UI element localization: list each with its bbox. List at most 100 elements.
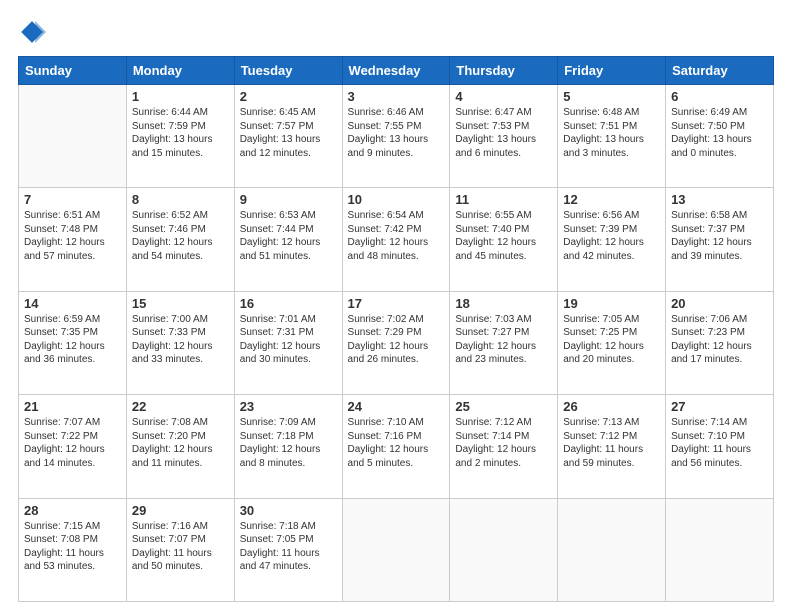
calendar-week-row: 14 Sunrise: 6:59 AM Sunset: 7:35 PM Dayli…: [19, 291, 774, 394]
calendar-cell: 26 Sunrise: 7:13 AM Sunset: 7:12 PM Dayli…: [558, 395, 666, 498]
calendar-cell: 1 Sunrise: 6:44 AM Sunset: 7:59 PM Daylig…: [126, 85, 234, 188]
day-info: Sunrise: 7:00 AM Sunset: 7:33 PM Dayligh…: [132, 313, 229, 367]
day-info: Sunrise: 7:15 AM Sunset: 7:08 PM Dayligh…: [24, 520, 121, 574]
day-number: 8: [132, 192, 229, 207]
calendar-cell: 8Sunrise: 6:52 AM Sunset: 7:46 PM Daylig…: [126, 188, 234, 291]
day-number: 5: [563, 89, 660, 104]
day-info: Sunrise: 6:47 AM Sunset: 7:53 PM Dayligh…: [455, 106, 552, 160]
calendar-cell: 28 Sunrise: 7:15 AM Sunset: 7:08 PM Dayli…: [19, 498, 127, 601]
day-info: Sunrise: 6:45 AM Sunset: 7:57 PM Dayligh…: [240, 106, 337, 160]
day-number: 12: [563, 192, 660, 207]
day-number: 20: [671, 296, 768, 311]
day-info: Sunrise: 6:44 AM Sunset: 7:59 PM Dayligh…: [132, 106, 229, 160]
calendar-cell: [342, 498, 450, 601]
calendar-cell: 17 Sunrise: 7:02 AM Sunset: 7:29 PM Dayli…: [342, 291, 450, 394]
calendar-cell: 15 Sunrise: 7:00 AM Sunset: 7:33 PM Dayli…: [126, 291, 234, 394]
day-info: Sunrise: 6:49 AM Sunset: 7:50 PM Dayligh…: [671, 106, 768, 160]
day-number: 15: [132, 296, 229, 311]
day-number: 16: [240, 296, 337, 311]
day-number: 1: [132, 89, 229, 104]
day-info: Sunrise: 7:08 AM Sunset: 7:20 PM Dayligh…: [132, 416, 229, 470]
calendar-cell: 4 Sunrise: 6:47 AM Sunset: 7:53 PM Daylig…: [450, 85, 558, 188]
day-info: Sunrise: 7:09 AM Sunset: 7:18 PM Dayligh…: [240, 416, 337, 470]
calendar-day-header: Saturday: [666, 57, 774, 85]
day-info: Sunrise: 7:16 AM Sunset: 7:07 PM Dayligh…: [132, 520, 229, 574]
day-info: Sunrise: 7:13 AM Sunset: 7:12 PM Dayligh…: [563, 416, 660, 470]
calendar-cell: 3 Sunrise: 6:46 AM Sunset: 7:55 PM Daylig…: [342, 85, 450, 188]
page: SundayMondayTuesdayWednesdayThursdayFrid…: [0, 0, 792, 612]
day-info: Sunrise: 6:53 AM Sunset: 7:44 PM Dayligh…: [240, 209, 337, 263]
day-number: 23: [240, 399, 337, 414]
day-number: 19: [563, 296, 660, 311]
day-number: 9: [240, 192, 337, 207]
header: [18, 18, 774, 46]
calendar-cell: 9 Sunrise: 6:53 AM Sunset: 7:44 PM Daylig…: [234, 188, 342, 291]
day-info: Sunrise: 7:03 AM Sunset: 7:27 PM Dayligh…: [455, 313, 552, 367]
logo: [18, 18, 50, 46]
calendar-cell: 10 Sunrise: 6:54 AM Sunset: 7:42 PM Dayli…: [342, 188, 450, 291]
calendar-day-header: Friday: [558, 57, 666, 85]
day-number: 30: [240, 503, 337, 518]
calendar-cell: 16 Sunrise: 7:01 AM Sunset: 7:31 PM Dayli…: [234, 291, 342, 394]
calendar-cell: 29 Sunrise: 7:16 AM Sunset: 7:07 PM Dayli…: [126, 498, 234, 601]
calendar-cell: 21Sunrise: 7:07 AM Sunset: 7:22 PM Dayli…: [19, 395, 127, 498]
day-info: Sunrise: 7:14 AM Sunset: 7:10 PM Dayligh…: [671, 416, 768, 470]
day-info: Sunrise: 7:05 AM Sunset: 7:25 PM Dayligh…: [563, 313, 660, 367]
day-info: Sunrise: 7:02 AM Sunset: 7:29 PM Dayligh…: [348, 313, 445, 367]
day-number: 24: [348, 399, 445, 414]
calendar-day-header: Tuesday: [234, 57, 342, 85]
calendar-day-header: Monday: [126, 57, 234, 85]
calendar-week-row: 7 Sunrise: 6:51 AM Sunset: 7:48 PM Daylig…: [19, 188, 774, 291]
day-info: Sunrise: 6:51 AM Sunset: 7:48 PM Dayligh…: [24, 209, 121, 263]
calendar-cell: 7 Sunrise: 6:51 AM Sunset: 7:48 PM Daylig…: [19, 188, 127, 291]
calendar-cell: [450, 498, 558, 601]
calendar-day-header: Sunday: [19, 57, 127, 85]
day-number: 21: [24, 399, 121, 414]
calendar-cell: 22 Sunrise: 7:08 AM Sunset: 7:20 PM Dayli…: [126, 395, 234, 498]
day-number: 28: [24, 503, 121, 518]
calendar-cell: [666, 498, 774, 601]
calendar-cell: 30 Sunrise: 7:18 AM Sunset: 7:05 PM Dayli…: [234, 498, 342, 601]
day-number: 6: [671, 89, 768, 104]
calendar-cell: 24 Sunrise: 7:10 AM Sunset: 7:16 PM Dayli…: [342, 395, 450, 498]
day-info: Sunrise: 7:18 AM Sunset: 7:05 PM Dayligh…: [240, 520, 337, 574]
calendar-header-row: SundayMondayTuesdayWednesdayThursdayFrid…: [19, 57, 774, 85]
day-number: 11: [455, 192, 552, 207]
calendar-cell: [558, 498, 666, 601]
calendar-cell: [19, 85, 127, 188]
day-info: Sunrise: 7:06 AM Sunset: 7:23 PM Dayligh…: [671, 313, 768, 367]
calendar-cell: 12Sunrise: 6:56 AM Sunset: 7:39 PM Dayli…: [558, 188, 666, 291]
calendar-cell: 19 Sunrise: 7:05 AM Sunset: 7:25 PM Dayli…: [558, 291, 666, 394]
calendar-week-row: 21Sunrise: 7:07 AM Sunset: 7:22 PM Dayli…: [19, 395, 774, 498]
day-number: 14: [24, 296, 121, 311]
calendar-cell: 11Sunrise: 6:55 AM Sunset: 7:40 PM Dayli…: [450, 188, 558, 291]
calendar-cell: 23 Sunrise: 7:09 AM Sunset: 7:18 PM Dayli…: [234, 395, 342, 498]
day-info: Sunrise: 6:46 AM Sunset: 7:55 PM Dayligh…: [348, 106, 445, 160]
day-number: 7: [24, 192, 121, 207]
day-number: 4: [455, 89, 552, 104]
logo-icon: [18, 18, 46, 46]
day-number: 29: [132, 503, 229, 518]
calendar-cell: 2Sunrise: 6:45 AM Sunset: 7:57 PM Daylig…: [234, 85, 342, 188]
calendar-cell: 6 Sunrise: 6:49 AM Sunset: 7:50 PM Daylig…: [666, 85, 774, 188]
calendar-week-row: 28 Sunrise: 7:15 AM Sunset: 7:08 PM Dayli…: [19, 498, 774, 601]
calendar-cell: 25Sunrise: 7:12 AM Sunset: 7:14 PM Dayli…: [450, 395, 558, 498]
day-info: Sunrise: 6:54 AM Sunset: 7:42 PM Dayligh…: [348, 209, 445, 263]
day-info: Sunrise: 7:01 AM Sunset: 7:31 PM Dayligh…: [240, 313, 337, 367]
day-info: Sunrise: 7:12 AM Sunset: 7:14 PM Dayligh…: [455, 416, 552, 470]
calendar-day-header: Thursday: [450, 57, 558, 85]
calendar-cell: 18Sunrise: 7:03 AM Sunset: 7:27 PM Dayli…: [450, 291, 558, 394]
day-info: Sunrise: 6:58 AM Sunset: 7:37 PM Dayligh…: [671, 209, 768, 263]
day-info: Sunrise: 7:10 AM Sunset: 7:16 PM Dayligh…: [348, 416, 445, 470]
day-number: 17: [348, 296, 445, 311]
day-number: 26: [563, 399, 660, 414]
calendar-cell: 14 Sunrise: 6:59 AM Sunset: 7:35 PM Dayli…: [19, 291, 127, 394]
calendar-week-row: 1 Sunrise: 6:44 AM Sunset: 7:59 PM Daylig…: [19, 85, 774, 188]
day-number: 10: [348, 192, 445, 207]
day-number: 3: [348, 89, 445, 104]
day-info: Sunrise: 6:59 AM Sunset: 7:35 PM Dayligh…: [24, 313, 121, 367]
day-number: 22: [132, 399, 229, 414]
calendar-day-header: Wednesday: [342, 57, 450, 85]
calendar-cell: 20 Sunrise: 7:06 AM Sunset: 7:23 PM Dayli…: [666, 291, 774, 394]
day-number: 27: [671, 399, 768, 414]
